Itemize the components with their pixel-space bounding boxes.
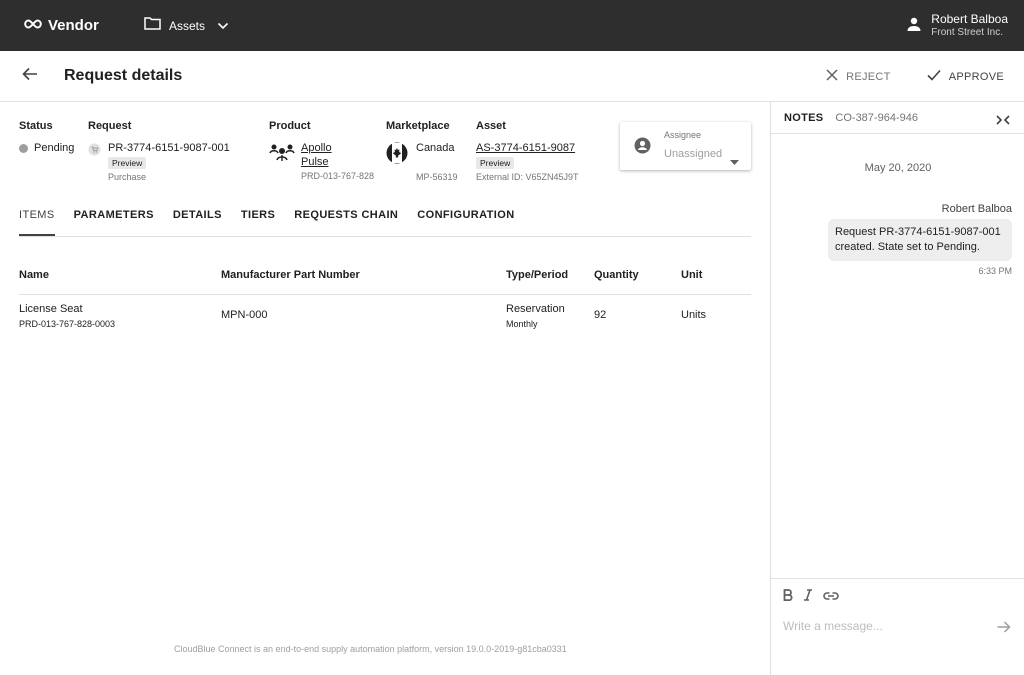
product-label: Product — [269, 120, 311, 132]
assignee-select[interactable]: Assignee Unassigned — [620, 122, 751, 170]
reject-button[interactable]: REJECT — [826, 69, 891, 84]
infinity-logo-icon — [24, 17, 42, 35]
marketplace-label: Marketplace — [386, 120, 450, 132]
back-button[interactable] — [20, 66, 40, 86]
table-row: License Seat PRD-013-767-828-0003 MPN-00… — [19, 295, 751, 335]
notes-header: NOTES CO-387-964-946 — [771, 102, 1024, 134]
approve-label: APPROVE — [948, 70, 1004, 83]
arrow-left-icon — [22, 67, 38, 86]
page-title: Request details — [64, 67, 183, 84]
folder-icon — [144, 16, 161, 35]
marketplace-id: MP-56319 — [416, 172, 458, 182]
reject-label: REJECT — [846, 70, 891, 83]
close-icon — [826, 69, 838, 84]
link-icon[interactable] — [823, 589, 839, 604]
request-label: Request — [88, 120, 132, 132]
asset-external-id: External ID: V65ZN45J9T — [476, 172, 579, 182]
item-unit: Units — [681, 309, 707, 321]
column-header-unit: Unit — [681, 269, 703, 281]
item-quantity: 92 — [594, 309, 607, 321]
footer-version-text: CloudBlue Connect is an end-to-end suppl… — [174, 644, 567, 654]
nav-assets-label: Assets — [169, 18, 206, 33]
asset-field: Asset AS-3774-6151-9087 Preview External… — [476, 120, 579, 182]
user-company: Front Street Inc. — [931, 27, 1003, 38]
status-field: Status Pending — [19, 120, 74, 154]
notes-conversation-id: CO-387-964-946 — [835, 111, 918, 124]
check-icon — [927, 69, 941, 84]
canada-flag-icon — [386, 142, 408, 167]
items-table: Name Manufacturer Part Number Type/Perio… — [19, 262, 751, 335]
brand-name: Vendor — [48, 17, 99, 34]
column-header-name: Name — [19, 269, 49, 281]
marketplace-field: Marketplace Canada MP-56319 — [386, 120, 458, 182]
collapse-panel-icon[interactable] — [996, 112, 1010, 130]
brand[interactable]: Vendor — [24, 17, 144, 35]
person-icon — [907, 17, 921, 36]
message-composer — [771, 578, 1024, 675]
message-author: Robert Balboa — [941, 203, 1012, 215]
asset-preview-chip: Preview — [476, 157, 515, 169]
nav-assets-dropdown[interactable]: Assets — [144, 16, 229, 35]
request-type: Purchase — [108, 172, 147, 182]
main-content: Status Pending Request PR-3774-6151-9087… — [0, 102, 770, 675]
tab-parameters[interactable]: PARAMETERS — [74, 209, 154, 236]
item-type: Reservation — [506, 303, 565, 315]
asset-id-link[interactable]: AS-3774-6151-9087 — [476, 142, 579, 154]
notes-title: NOTES — [784, 111, 824, 124]
item-mpn: MPN-000 — [221, 309, 268, 321]
asset-label: Asset — [476, 120, 506, 132]
message-date: May 20, 2020 — [864, 162, 932, 174]
message-time: 6:33 PM — [978, 266, 1012, 276]
item-period: Monthly — [506, 319, 538, 329]
tab-configuration[interactable]: CONFIGURATION — [417, 209, 514, 236]
notes-panel: NOTES CO-387-964-946 May 20, 2020 Robert… — [770, 102, 1024, 675]
marketplace-name: Canada — [416, 142, 455, 154]
caret-down-icon — [730, 152, 739, 170]
tab-tiers[interactable]: TIERS — [241, 209, 275, 236]
column-header-mpn: Manufacturer Part Number — [221, 269, 360, 281]
account-circle-icon — [634, 137, 651, 159]
item-name: License Seat — [19, 303, 83, 315]
request-preview-chip: Preview — [108, 157, 147, 169]
status-value: Pending — [34, 142, 75, 154]
request-id: PR-3774-6151-9087-001 — [108, 142, 230, 154]
cart-icon — [88, 143, 101, 159]
assignee-value: Unassigned — [664, 148, 723, 160]
user-menu[interactable]: Robert Balboa Front Street Inc. — [907, 12, 1008, 40]
user-name: Robert Balboa — [931, 12, 1008, 26]
assignee-label: Assignee — [664, 130, 702, 140]
product-name-link-line1[interactable]: Apollo — [301, 142, 374, 154]
top-bar: Vendor Assets Robert Balboa Front Street… — [0, 0, 1024, 51]
table-header: Name Manufacturer Part Number Type/Perio… — [19, 262, 751, 295]
tab-details[interactable]: DETAILS — [173, 209, 222, 236]
chevron-down-icon — [217, 17, 229, 35]
column-header-quantity: Quantity — [594, 269, 639, 281]
product-logo-icon — [269, 142, 295, 167]
status-label: Status — [19, 120, 53, 132]
bold-icon[interactable] — [783, 589, 793, 604]
tab-items[interactable]: ITEMS — [19, 209, 55, 236]
message-bubble: Request PR-3774-6151-9087-001 created. S… — [828, 219, 1012, 261]
column-header-type-period: Type/Period — [506, 269, 569, 281]
product-id: PRD-013-767-828 — [301, 171, 375, 181]
request-field: Request PR-3774-6151-9087-001 Preview Pu… — [88, 120, 230, 182]
page-header: Request details REJECT APPROVE — [0, 51, 1024, 102]
status-pending-icon — [19, 144, 28, 153]
item-id: PRD-013-767-828-0003 — [19, 319, 116, 329]
approve-button[interactable]: APPROVE — [927, 69, 1004, 84]
tab-requests-chain[interactable]: REQUESTS CHAIN — [294, 209, 398, 236]
message-input[interactable] — [783, 619, 983, 633]
product-name-link-line2[interactable]: Pulse — [301, 156, 374, 168]
tab-bar: ITEMS PARAMETERS DETAILS TIERS REQUESTS … — [19, 209, 751, 237]
format-toolbar — [783, 589, 849, 604]
product-field: Product Apollo Pulse PRD-013-767-828 — [269, 120, 374, 181]
italic-icon[interactable] — [803, 589, 813, 604]
send-arrow-icon[interactable] — [997, 620, 1011, 638]
